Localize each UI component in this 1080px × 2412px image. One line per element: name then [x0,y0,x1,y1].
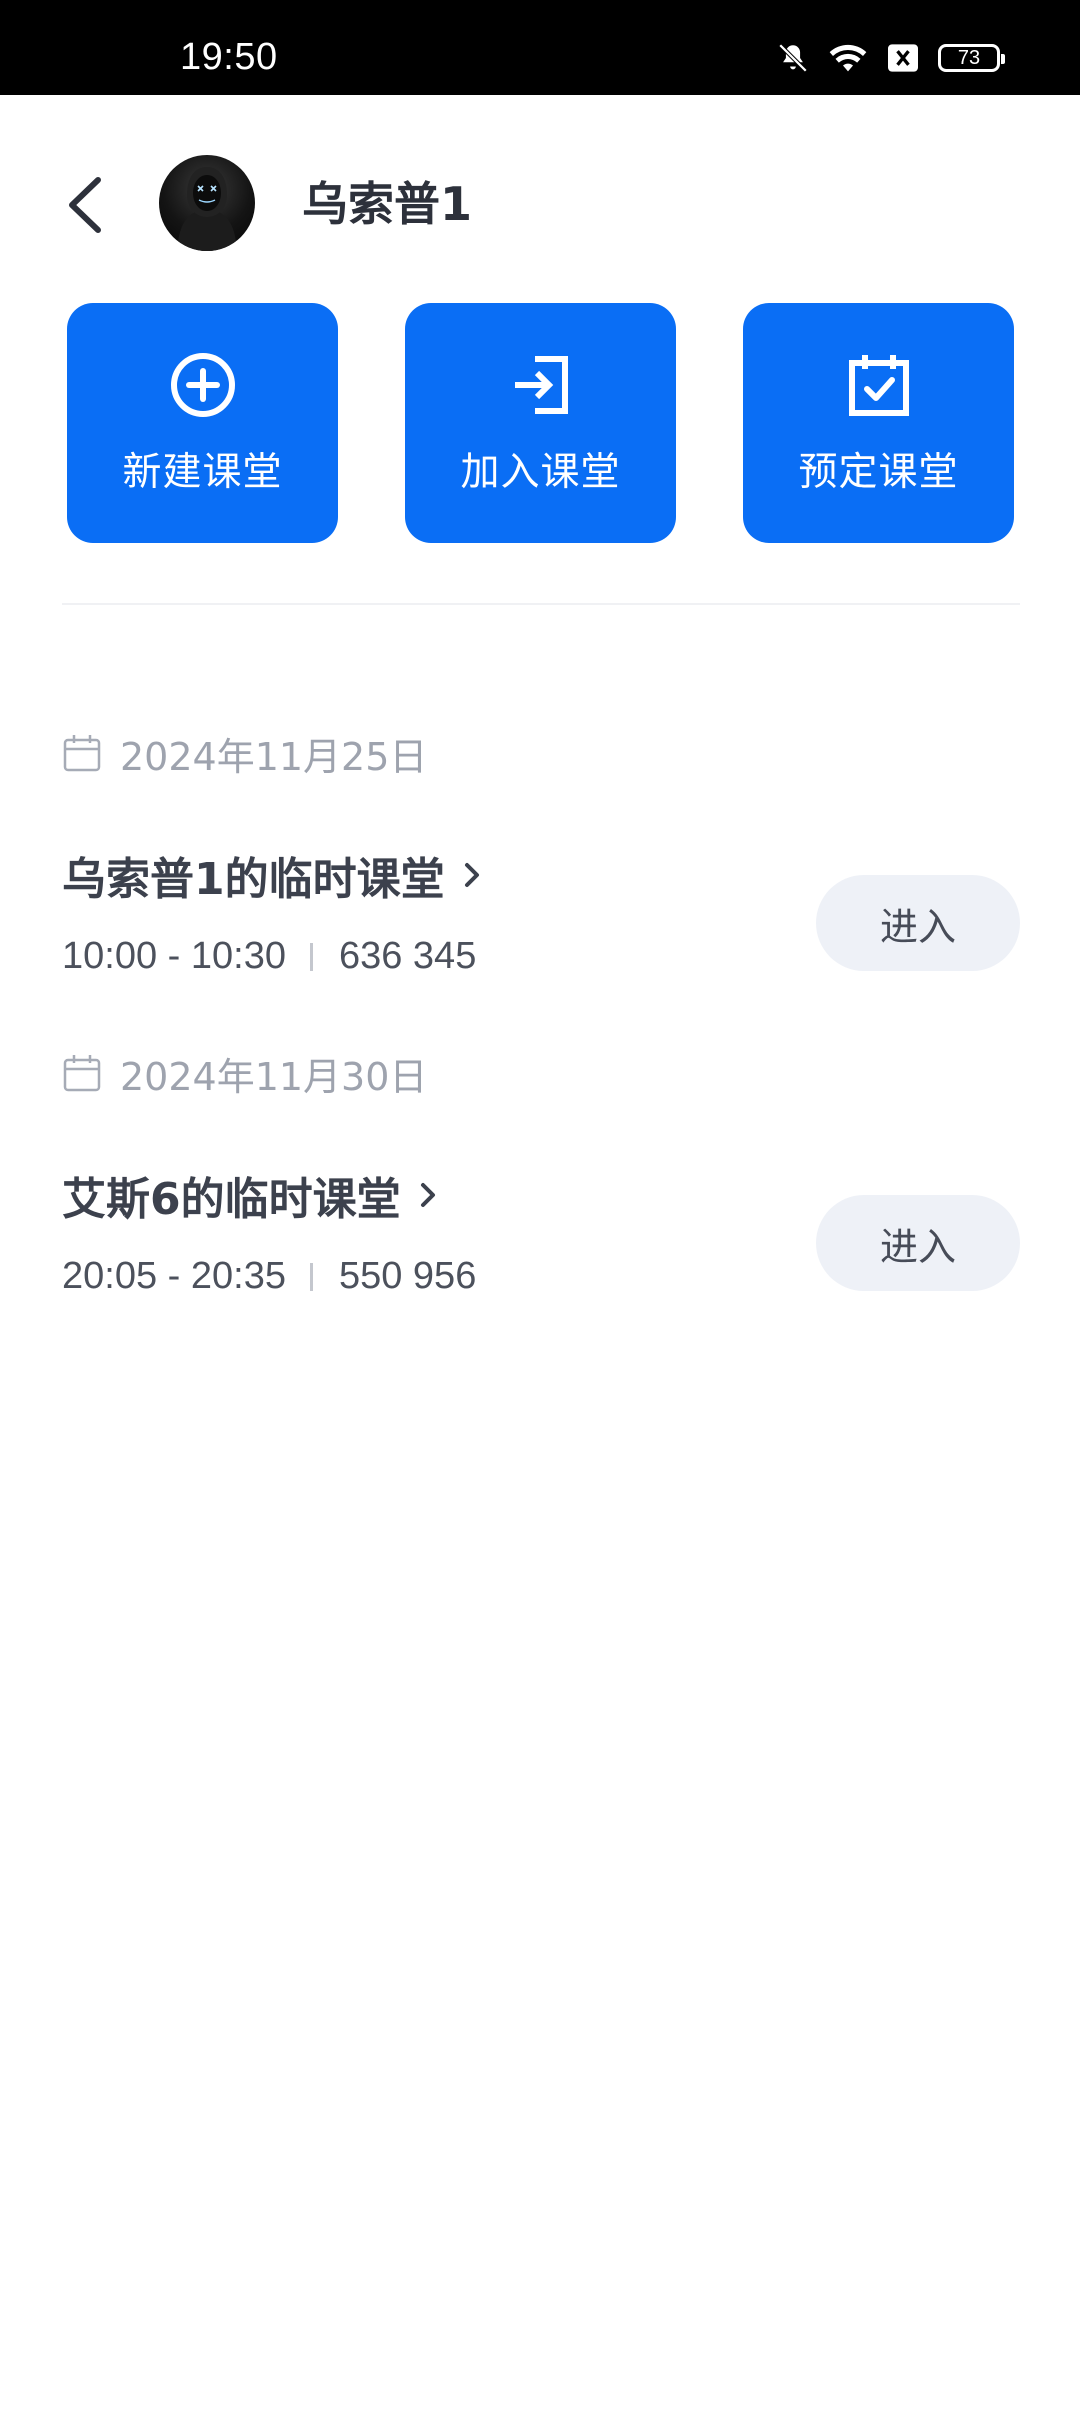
wifi-icon [829,44,867,72]
date-text: 2024年11月25日 [120,734,428,779]
date-text: 2024年11月30日 [120,1054,428,1099]
meeting-title: 艾斯6的临时课堂 [62,1174,401,1225]
back-button[interactable] [58,170,118,240]
chevron-left-icon [69,177,101,233]
action-bar: 新建课堂 加入课堂 预定课堂 [67,303,1014,543]
status-icons: 73 [776,40,1005,76]
schedule-class-label: 预定课堂 [798,450,959,495]
meeting-item: 乌索普1的临时课堂 10:00 - 10:30 636 345 进入 [62,845,1020,1005]
status-time: 19:50 [180,36,278,78]
separator [309,1262,313,1291]
calendar-check-icon [848,355,909,416]
meeting-title: 乌索普1的临时课堂 [62,854,445,905]
calendar-icon [63,1055,101,1092]
divider [62,603,1020,605]
avatar-image [177,167,237,251]
calendar-icon [63,735,101,772]
chevron-right-icon [420,1183,435,1207]
meeting-info: 10:00 - 10:30 636 345 [62,935,476,978]
date-header: 2024年11月30日 [62,1048,428,1099]
meeting-time: 10:00 - 10:30 [62,935,286,977]
join-class-button[interactable]: 加入课堂 [405,303,676,543]
login-icon [514,356,568,414]
enter-button[interactable]: 进入 [816,875,1020,971]
meeting-time: 20:05 - 20:35 [62,1255,286,1297]
date-header: 2024年11月25日 [62,728,428,779]
status-bar: 19:50 73 [0,0,1080,95]
new-class-button[interactable]: 新建课堂 [67,303,338,543]
schedule-class-button[interactable]: 预定课堂 [743,303,1014,543]
separator [309,942,313,971]
join-class-label: 加入课堂 [460,450,621,495]
meeting-code: 550 956 [338,1255,477,1297]
meeting-title-link[interactable]: 乌索普1的临时课堂 [62,845,487,905]
user-name: 乌索普1 [302,177,473,231]
meeting-code: 636 345 [338,935,477,977]
meeting-item: 艾斯6的临时课堂 20:05 - 20:35 550 956 进入 [62,1165,1020,1325]
enter-button[interactable]: 进入 [816,1195,1020,1291]
plus-circle-icon [170,353,235,417]
battery-level: 73 [957,46,981,69]
meeting-info: 20:05 - 20:35 550 956 [62,1255,476,1298]
meeting-title-link[interactable]: 艾斯6的临时课堂 [62,1165,443,1225]
sim-blocked-icon [888,44,918,72]
avatar[interactable] [159,155,255,251]
chevron-right-icon [464,863,479,887]
bell-muted-icon [778,43,808,73]
battery-icon: 73 [938,44,1005,72]
new-class-label: 新建课堂 [122,450,283,495]
